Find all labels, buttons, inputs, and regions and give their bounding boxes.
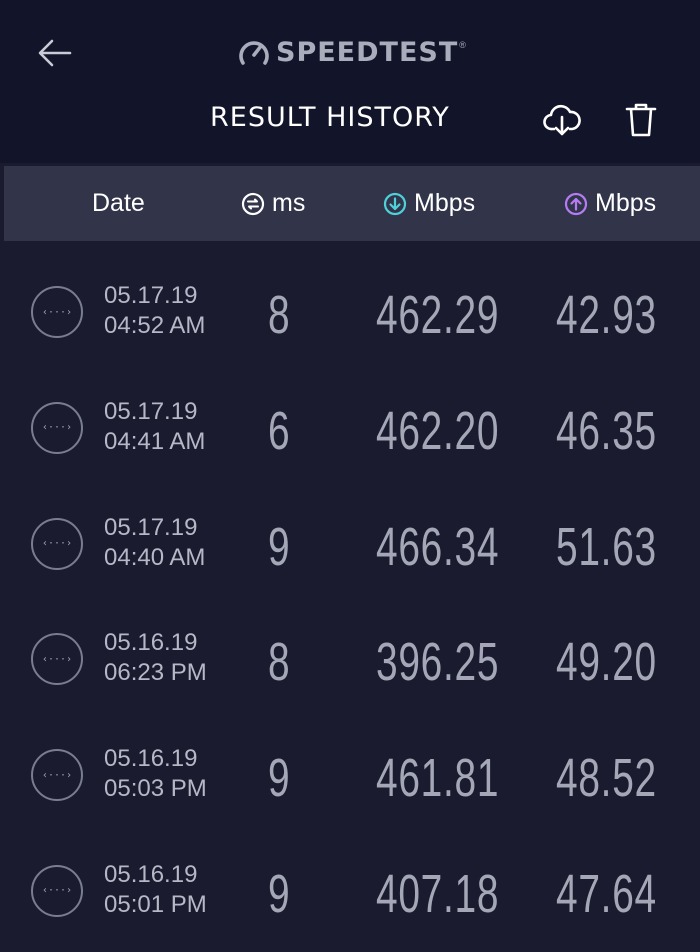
speedtest-logo: SPEEDTEST ® [236, 34, 466, 70]
result-download: 462.20 [376, 400, 500, 461]
result-ping: 9 [268, 748, 291, 809]
connection-dots-icon: ‹···› [31, 401, 83, 454]
trash-icon [625, 103, 657, 137]
column-header-date[interactable]: Date [92, 166, 145, 241]
result-date: 05.17.19 [104, 282, 198, 309]
result-download: 396.25 [376, 632, 500, 693]
result-download: 407.18 [376, 863, 500, 924]
result-date: 05.16.19 [104, 860, 198, 888]
column-header-upload-label: Mbps [595, 189, 657, 217]
results-list: ‹···› 05.17.19 04:52 AM 8 462.29 42.93 ‹… [0, 241, 700, 936]
result-time: 04:41 AM [104, 427, 206, 455]
cloud-download-icon [543, 104, 581, 136]
result-upload: 48.52 [556, 748, 657, 809]
top-bar: SPEEDTEST ® RESULT HISTORY [0, 0, 700, 163]
result-history-screen: SPEEDTEST ® RESULT HISTORY Date ms Mbps … [0, 0, 700, 952]
trademark-mark: ® [459, 40, 466, 50]
result-upload: 49.20 [556, 632, 657, 693]
connection-dots-icon: ‹···› [31, 864, 83, 917]
result-date: 05.16.19 [104, 629, 198, 657]
arrow-left-icon [38, 39, 72, 67]
result-ping: 8 [268, 632, 291, 693]
connection-dots-icon: ‹···› [31, 286, 83, 338]
result-ping: 8 [268, 285, 291, 345]
connection-dots-icon: ‹···› [31, 749, 83, 802]
result-time: 06:23 PM [104, 659, 207, 687]
result-row[interactable]: ‹···› 05.17.19 04:40 AM 9 466.34 51.63 [0, 473, 700, 589]
column-header-download[interactable]: Mbps [383, 166, 475, 241]
result-time: 05:01 PM [104, 890, 207, 918]
column-header-ping[interactable]: ms [241, 166, 305, 241]
result-time: 04:40 AM [104, 543, 206, 571]
column-header-ping-label: ms [272, 189, 306, 217]
result-row[interactable]: ‹···› 05.16.19 06:23 PM 8 396.25 49.20 [0, 588, 700, 704]
back-button[interactable] [30, 28, 80, 78]
result-date: 05.17.19 [104, 397, 198, 425]
result-row[interactable]: ‹···› 05.17.19 04:52 AM 8 462.29 42.93 [0, 241, 700, 357]
column-header-download-label: Mbps [414, 189, 476, 217]
result-time: 05:03 PM [104, 775, 207, 803]
result-ping: 9 [268, 516, 291, 577]
result-upload: 47.64 [556, 863, 657, 924]
speedometer-icon [239, 41, 269, 65]
arrow-down-circle-icon [383, 192, 407, 215]
result-ping: 6 [268, 400, 291, 461]
result-upload: 51.63 [556, 516, 657, 577]
arrow-up-circle-icon [564, 192, 588, 215]
result-date: 05.16.19 [104, 745, 198, 773]
result-row[interactable]: ‹···› 05.17.19 04:41 AM 6 462.20 46.35 [0, 357, 700, 473]
ping-icon [241, 192, 265, 215]
column-header-upload[interactable]: Mbps [564, 166, 656, 241]
brand-name: SPEEDTEST [276, 36, 459, 68]
result-row[interactable]: ‹···› 05.16.19 05:03 PM 9 461.81 48.52 [0, 704, 700, 820]
page-title: RESULT HISTORY [210, 102, 450, 133]
result-date: 05.17.19 [104, 513, 198, 541]
result-time: 04:52 AM [104, 312, 206, 339]
download-history-button[interactable] [540, 98, 584, 142]
result-upload: 42.93 [556, 285, 657, 345]
connection-dots-icon: ‹···› [31, 633, 83, 686]
column-header-date-label: Date [92, 189, 145, 217]
connection-dots-icon: ‹···› [31, 517, 83, 570]
result-row[interactable]: ‹···› 05.16.19 05:01 PM 9 407.18 47.64 [0, 820, 700, 936]
result-download: 466.34 [376, 516, 500, 577]
result-upload: 46.35 [556, 400, 657, 461]
result-ping: 9 [268, 863, 291, 924]
result-download: 462.29 [376, 285, 500, 345]
result-download: 461.81 [376, 748, 500, 809]
delete-history-button[interactable] [619, 98, 663, 142]
results-table-header: Date ms Mbps Mbps [4, 166, 700, 241]
